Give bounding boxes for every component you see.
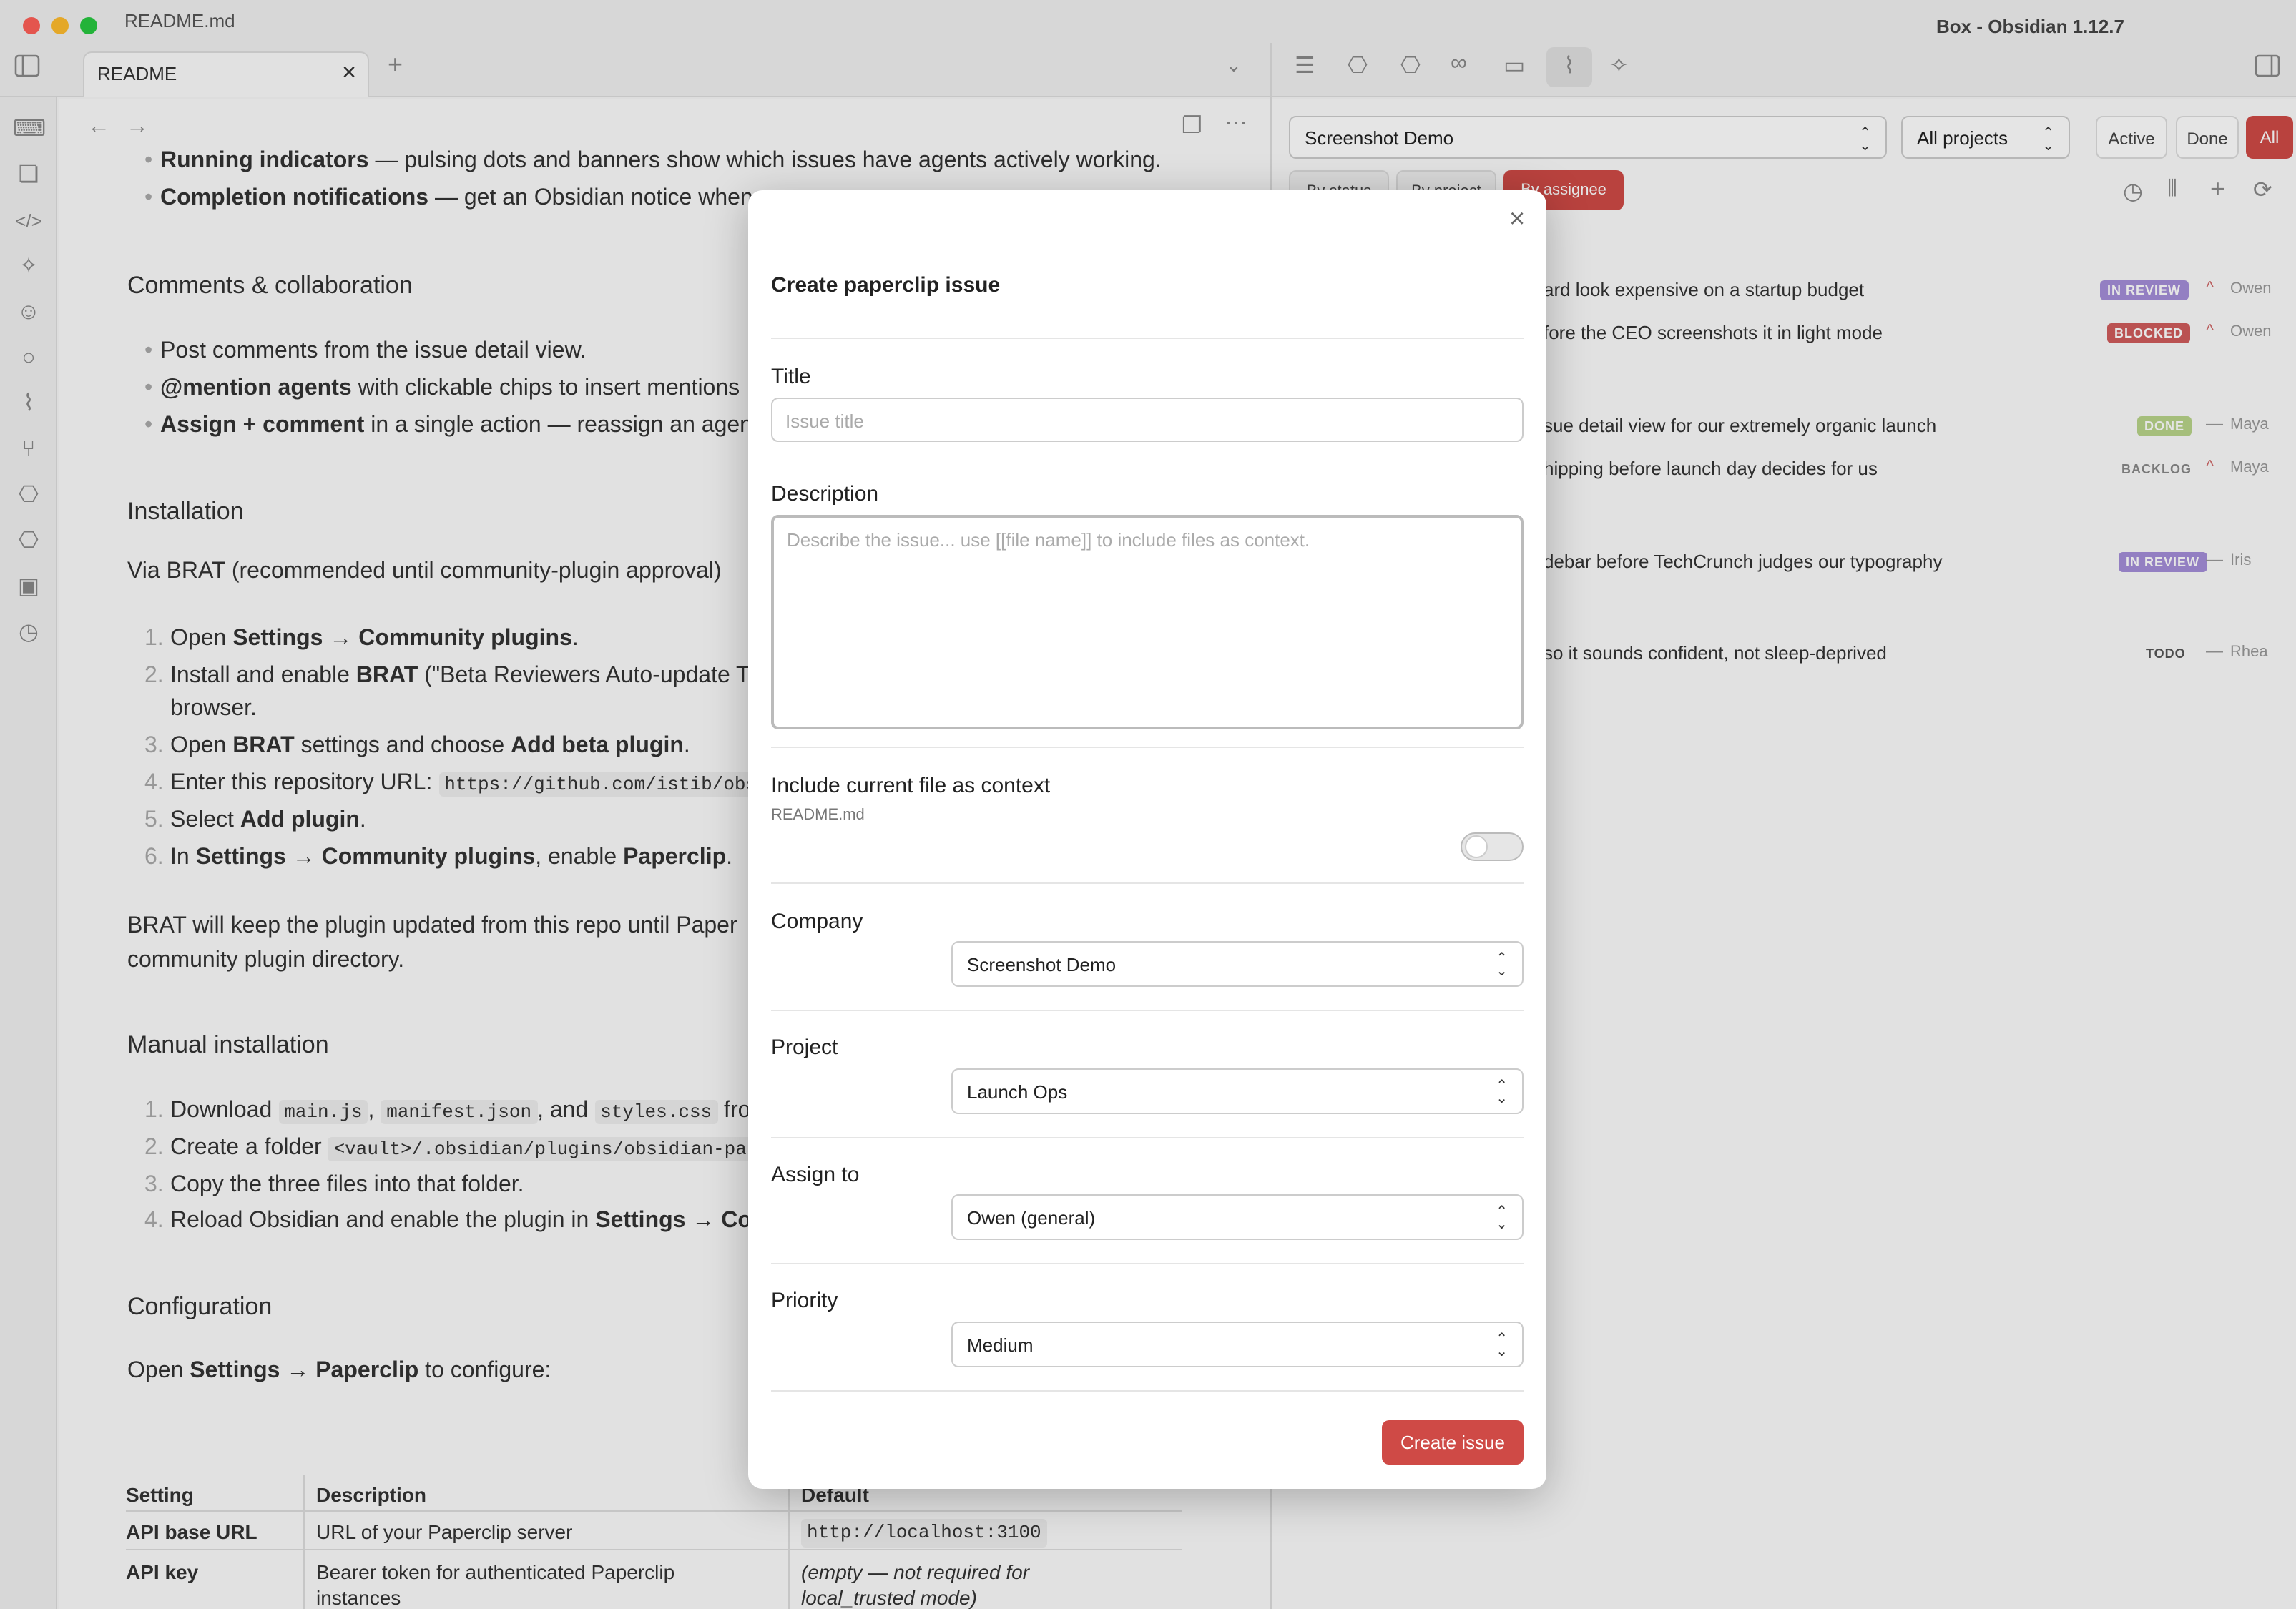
description-textarea[interactable]: Describe the issue... use [[file name]] …: [771, 515, 1524, 729]
toggle-knob: [1465, 835, 1488, 858]
company-select[interactable]: Screenshot Demo ⌃ ⌄: [951, 941, 1524, 987]
company-select-value: Screenshot Demo: [967, 954, 1117, 975]
close-icon[interactable]: ×: [1509, 205, 1525, 236]
description-label: Description: [771, 482, 879, 506]
select-arrows-icon: ⌃ ⌄: [1496, 951, 1508, 980]
modal-heading: Create paperclip issue: [771, 273, 1001, 297]
create-issue-button[interactable]: Create issue: [1382, 1420, 1524, 1465]
company-label: Company: [771, 910, 863, 934]
select-arrows-icon: ⌃ ⌄: [1496, 1204, 1508, 1233]
context-label: Include current file as context: [771, 774, 1051, 798]
priority-label: Priority: [771, 1289, 838, 1313]
priority-select-value: Medium: [967, 1334, 1034, 1356]
project-select-value: Launch Ops: [967, 1081, 1068, 1103]
priority-select[interactable]: Medium ⌃ ⌄: [951, 1322, 1524, 1367]
context-toggle[interactable]: [1461, 832, 1524, 861]
assign-select-value: Owen (general): [967, 1207, 1096, 1229]
project-select[interactable]: Launch Ops ⌃ ⌄: [951, 1068, 1524, 1114]
select-arrows-icon: ⌃ ⌄: [1496, 1078, 1508, 1107]
create-issue-modal: × Create paperclip issue Title Issue tit…: [748, 190, 1546, 1489]
context-file-name: README.md: [771, 807, 865, 824]
assign-label: Assign to: [771, 1163, 860, 1187]
title-label: Title: [771, 365, 811, 389]
assign-select[interactable]: Owen (general) ⌃ ⌄: [951, 1194, 1524, 1240]
issue-title-input[interactable]: Issue title: [771, 398, 1524, 442]
project-label: Project: [771, 1035, 838, 1060]
select-arrows-icon: ⌃ ⌄: [1496, 1332, 1508, 1360]
